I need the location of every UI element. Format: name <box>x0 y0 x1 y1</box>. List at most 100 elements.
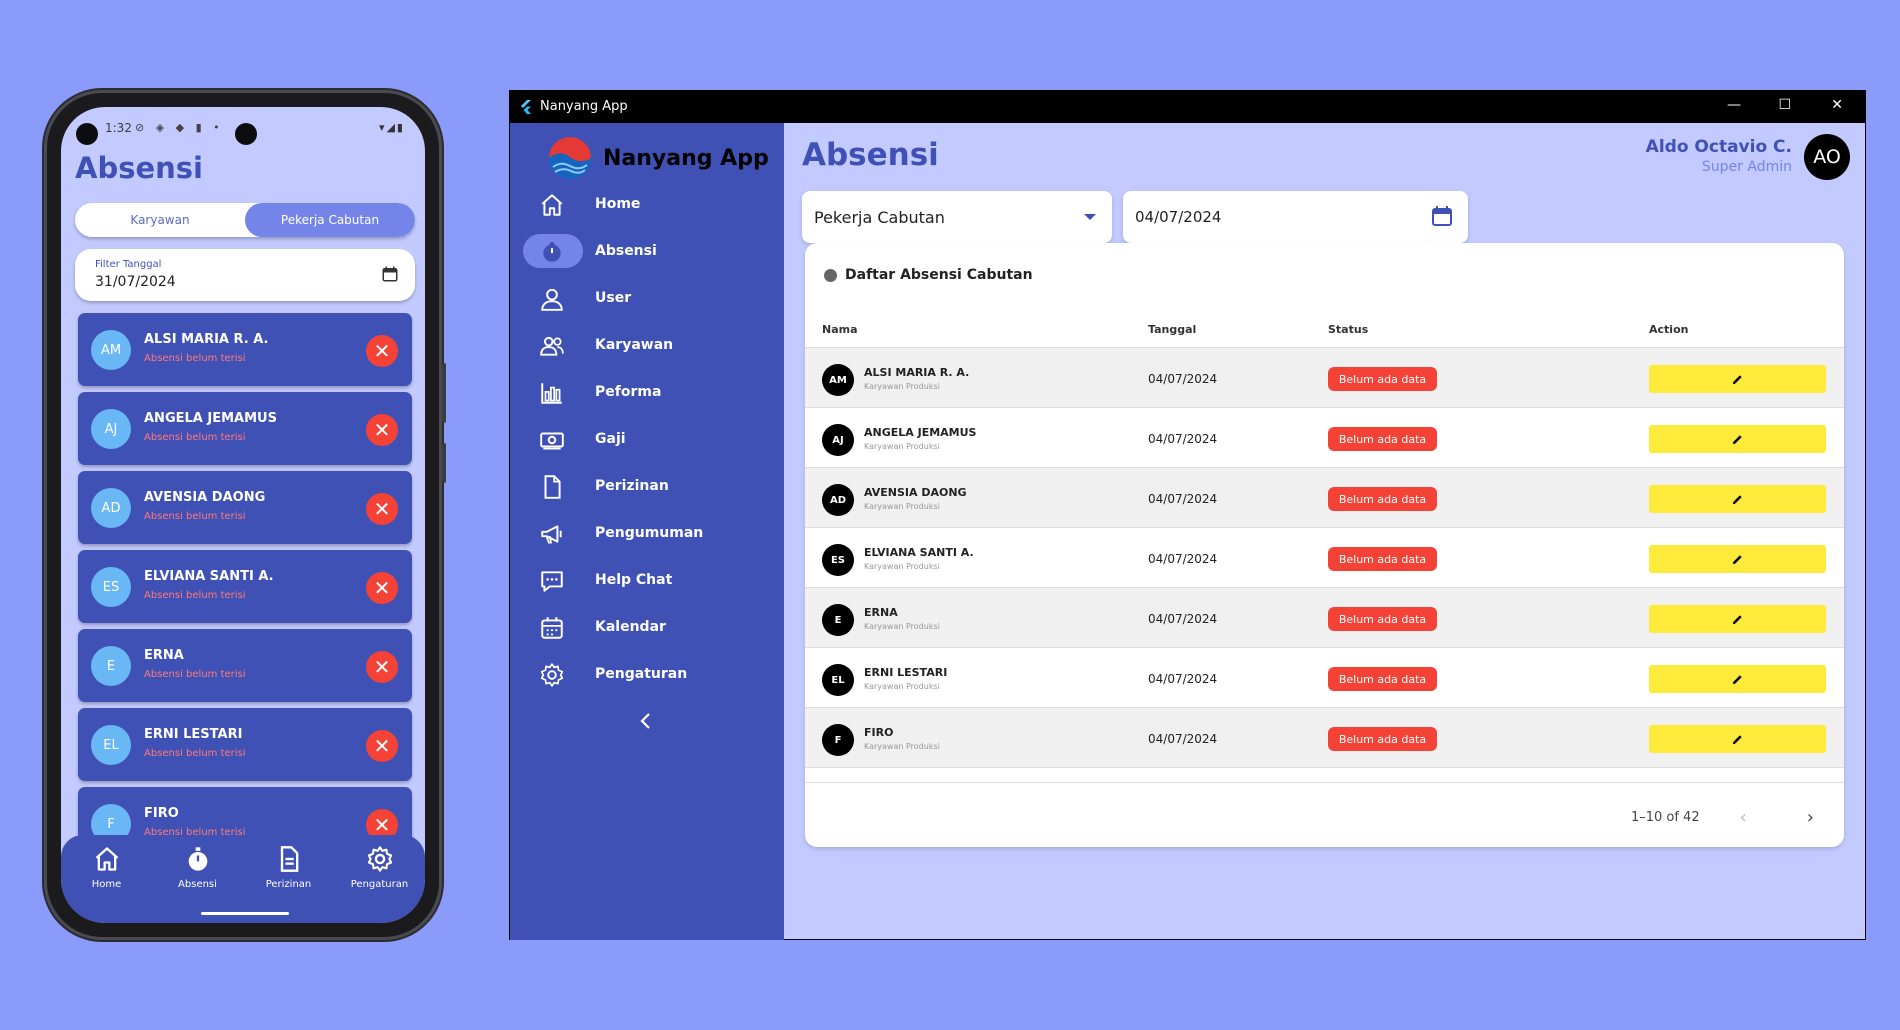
calendar-icon[interactable] <box>381 265 399 283</box>
employee-name: AVENSIA DAONG <box>864 486 967 499</box>
employee-name: FIRO <box>864 726 894 739</box>
sidebar-item-label: Karyawan <box>595 337 674 353</box>
nav-label: Pengaturan <box>350 879 409 890</box>
filter-label: Filter Tanggal <box>95 259 162 270</box>
maximize-icon[interactable]: ☐ <box>1778 97 1791 113</box>
signal-battery-icons: ▾◢▮ <box>378 121 405 134</box>
date-value: 04/07/2024 <box>1135 208 1222 226</box>
avatar: F <box>822 724 854 756</box>
edit-button[interactable] <box>1649 425 1826 453</box>
edit-button[interactable] <box>1649 605 1826 633</box>
phone-status-bar: 1:32 ⊘ ◈ ◆ ▮ • ▾◢▮ <box>61 107 425 149</box>
nav-label: Home <box>91 879 122 890</box>
money-icon <box>540 432 564 450</box>
date-field[interactable]: 04/07/2024 <box>1123 191 1468 243</box>
sidebar-item-pengumuman[interactable]: Pengumuman <box>510 510 784 557</box>
sidebar-item-pengaturan[interactable]: Pengaturan <box>510 651 784 698</box>
employee-name: ELVIANA SANTI A. <box>864 546 974 559</box>
avatar[interactable]: AO <box>1804 134 1850 180</box>
employee-role: Karyawan Produksi <box>864 382 940 391</box>
status-badge: Belum ada data <box>1328 367 1437 391</box>
tab-karyawan[interactable]: Karyawan <box>75 203 245 237</box>
list-item[interactable]: ES ELVIANA SANTI A. Absensi belum terisi… <box>78 550 412 623</box>
nav-home[interactable]: Home <box>61 845 152 923</box>
nav-pengaturan[interactable]: Pengaturan <box>334 845 425 923</box>
list-item[interactable]: AJ ANGELA JEMAMUS Absensi belum terisi ✕ <box>78 392 412 465</box>
main-content: Absensi Aldo Octavio C. Super Admin AO P… <box>784 123 1866 940</box>
bottom-navigation: Home Absensi Perizinan Pengaturan <box>61 835 425 923</box>
edit-button[interactable] <box>1649 665 1826 693</box>
avatar: E <box>822 604 854 636</box>
table-row: AJ ANGELA JEMAMUS Karyawan Produksi 04/0… <box>805 407 1844 467</box>
status-badge: Belum ada data <box>1328 487 1437 511</box>
date-filter-field[interactable]: Filter Tanggal 31/07/2024 <box>75 249 415 301</box>
flutter-icon <box>521 100 531 114</box>
edit-button[interactable] <box>1649 545 1826 573</box>
clock-icon <box>824 268 837 282</box>
employee-name: ALSI MARIA R. A. <box>144 332 269 347</box>
edit-button[interactable] <box>1649 725 1826 753</box>
close-icon[interactable]: ✕ <box>366 651 398 683</box>
user-icon <box>541 288 563 311</box>
chevron-left-icon[interactable] <box>636 711 656 731</box>
worker-type-dropdown[interactable]: Pekerja Cabutan <box>802 191 1112 243</box>
calendar-icon[interactable] <box>1430 204 1454 228</box>
employee-name: ERNA <box>144 648 184 663</box>
close-icon[interactable]: ✕ <box>366 572 398 604</box>
document-icon <box>544 475 561 499</box>
sidebar-item-kalendar[interactable]: Kalendar <box>510 604 784 651</box>
sidebar-menu: Home Absensi User Karyawan Peforma Gaji … <box>510 181 784 698</box>
icon-wrapper <box>538 426 566 454</box>
close-icon[interactable]: ✕ <box>1831 97 1843 113</box>
brand-name: Nanyang App <box>603 145 769 171</box>
sidebar-item-peforma[interactable]: Peforma <box>510 369 784 416</box>
avatar: AM <box>822 364 854 396</box>
sidebar-item-home[interactable]: Home <box>510 181 784 228</box>
minimize-icon[interactable]: — <box>1727 97 1741 113</box>
phone-mockup: 1:32 ⊘ ◈ ◆ ▮ • ▾◢▮ Absensi Karyawan Peke… <box>44 90 446 940</box>
avatar: EL <box>822 664 854 696</box>
stopwatch-icon <box>188 847 207 871</box>
tab-pekerja-cabutan[interactable]: Pekerja Cabutan <box>245 203 415 237</box>
sidebar: Nanyang App Home Absensi User Karyawan P… <box>510 123 784 940</box>
edit-button[interactable] <box>1649 365 1826 393</box>
employee-name: ERNA <box>864 606 898 619</box>
attendance-status: Absensi belum terisi <box>144 669 246 680</box>
icon-wrapper <box>538 379 566 407</box>
close-icon[interactable]: ✕ <box>366 414 398 446</box>
gesture-bar[interactable] <box>201 912 289 915</box>
close-icon[interactable]: ✕ <box>366 493 398 525</box>
chevron-left-icon[interactable]: ‹ <box>1740 807 1747 828</box>
avatar: EL <box>91 725 131 765</box>
row-date: 04/07/2024 <box>1148 612 1218 626</box>
edit-button[interactable] <box>1649 485 1826 513</box>
close-icon[interactable]: ✕ <box>366 730 398 762</box>
pagination-range: 1–10 of 42 <box>1630 810 1700 825</box>
list-item[interactable]: E ERNA Absensi belum terisi ✕ <box>78 629 412 702</box>
pencil-icon <box>1732 374 1742 384</box>
icon-wrapper <box>538 191 566 219</box>
chevron-right-icon[interactable]: › <box>1807 807 1814 828</box>
list-item[interactable]: EL ERNI LESTARI Absensi belum terisi ✕ <box>78 708 412 781</box>
employee-name: ERNI LESTARI <box>864 666 948 679</box>
sidebar-item-karyawan[interactable]: Karyawan <box>510 322 784 369</box>
attendance-table-card: Daftar Absensi Cabutan Nama Tanggal Stat… <box>805 243 1844 847</box>
list-item[interactable]: AM ALSI MARIA R. A. Absensi belum terisi… <box>78 313 412 386</box>
sidebar-item-gaji[interactable]: Gaji <box>510 416 784 463</box>
sidebar-item-perizinan[interactable]: Perizinan <box>510 463 784 510</box>
close-icon[interactable]: ✕ <box>366 335 398 367</box>
bar-chart-icon <box>541 383 562 404</box>
table-row: EL ERNI LESTARI Karyawan Produksi 04/07/… <box>805 647 1844 707</box>
sidebar-item-help-chat[interactable]: Help Chat <box>510 557 784 604</box>
icon-wrapper <box>538 238 566 266</box>
icon-wrapper <box>538 332 566 360</box>
front-camera <box>235 123 257 145</box>
attendance-status: Absensi belum terisi <box>144 511 246 522</box>
sidebar-item-user[interactable]: User <box>510 275 784 322</box>
sidebar-item-absensi[interactable]: Absensi <box>510 228 784 275</box>
sidebar-item-label: Home <box>595 196 641 212</box>
users-icon <box>540 336 564 356</box>
list-item[interactable]: AD AVENSIA DAONG Absensi belum terisi ✕ <box>78 471 412 544</box>
employee-role: Karyawan Produksi <box>864 562 940 571</box>
status-badge: Belum ada data <box>1328 427 1437 451</box>
